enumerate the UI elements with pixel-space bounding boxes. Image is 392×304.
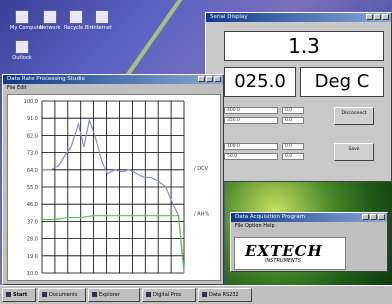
y-tick-label: 64.0 <box>27 168 38 174</box>
high-limit-field[interactable]: 400.0 <box>224 107 278 114</box>
taskbar: Start Documents Explorer Digital Proc Da… <box>0 285 392 304</box>
taskbar-item-label: Explorer <box>99 292 120 298</box>
start-button[interactable]: Start <box>2 288 36 302</box>
reading-text: 025.0 <box>234 71 286 92</box>
y-tick-label: 73.0 <box>27 151 38 157</box>
extech-window-title: Data Acquisition Program <box>235 214 305 220</box>
reading-window-title: Serial Display <box>210 14 248 20</box>
minimize-icon[interactable] <box>366 14 373 20</box>
graph-window-menubar[interactable]: File Edit <box>3 84 223 92</box>
save-button-label: Save <box>348 147 360 152</box>
desktop-icon-outlook[interactable]: Outlook <box>10 40 34 61</box>
reading-window-titlebar[interactable]: Serial Display <box>206 13 391 22</box>
series-label-dcv: / DCV <box>194 166 209 172</box>
series-line-dcv <box>42 117 185 274</box>
high-alarm-offset-field[interactable]: 0.0 <box>282 117 304 124</box>
series-line-rh <box>42 215 185 270</box>
extech-logo-subtitle: INSTRUMENTS <box>265 258 302 264</box>
low-alarm-offset-field[interactable]: 0.0 <box>282 153 304 160</box>
disconnect-button[interactable]: Disconnect <box>334 107 374 125</box>
y-tick-label: 19.0 <box>27 254 38 260</box>
maximize-icon[interactable] <box>206 76 213 82</box>
y-tick-label: 28.0 <box>27 237 38 243</box>
disconnect-button-label: Disconnect <box>341 111 367 116</box>
graph-area: 100.0 91.0 82.0 73.0 64.0 55.0 46.0 37.0 28.0 19.… <box>7 94 221 281</box>
taskbar-item-label: Documents <box>49 292 78 298</box>
value-text: 1.3 <box>288 34 320 58</box>
graph-window-title: Data Rate Processing Studio <box>7 76 85 82</box>
desktop-icon-recycle[interactable]: Recycle Bin <box>64 10 93 31</box>
reading-display: 025.0 <box>224 67 296 97</box>
y-tick-label: 100.0 <box>24 99 38 105</box>
minimize-icon[interactable] <box>198 76 205 82</box>
desktop-icon-my-computer[interactable]: My Computer <box>10 10 44 31</box>
y-tick-label: 82.0 <box>27 133 38 139</box>
computer-icon <box>15 10 29 24</box>
close-icon[interactable] <box>378 214 385 220</box>
extech-window-titlebar[interactable]: Data Acquisition Program <box>231 213 387 222</box>
taskbar-item-label: Digital Proc <box>153 292 182 298</box>
low-alarm-field[interactable]: 50.0 <box>224 153 278 160</box>
start-label: Start <box>13 292 28 298</box>
network-icon <box>43 10 57 24</box>
internet-icon <box>95 10 109 24</box>
y-tick-label: 91.0 <box>27 116 38 122</box>
recycle-bin-icon <box>69 10 83 24</box>
app-icon <box>146 292 151 297</box>
extech-window: Data Acquisition Program File Option Hel… <box>230 212 388 272</box>
graph-window: Data Rate Processing Studio File Edit 10… <box>2 74 224 285</box>
app-icon <box>202 292 207 297</box>
low-limit-field[interactable]: 100.0 <box>224 143 278 150</box>
folder-icon <box>42 292 47 297</box>
maximize-icon[interactable] <box>374 14 381 20</box>
close-icon[interactable] <box>214 76 221 82</box>
reading-window: Serial Display 1.3 025.0 Deg C 400.0 0.0… <box>205 12 392 182</box>
series-label-rh: / RH% <box>194 212 210 218</box>
close-icon[interactable] <box>382 14 389 20</box>
line-chart: 100.0 91.0 82.0 73.0 64.0 55.0 46.0 37.0 28.0 19.… <box>24 99 210 277</box>
y-tick-label: 10.0 <box>27 271 38 277</box>
taskbar-item-documents[interactable]: Documents <box>38 288 86 302</box>
y-tick-label: 55.0 <box>27 185 38 191</box>
maximize-icon[interactable] <box>370 214 377 220</box>
explorer-icon <box>92 292 97 297</box>
high-offset-field[interactable]: 0.0 <box>282 107 304 114</box>
taskbar-item-explorer[interactable]: Explorer <box>88 288 140 302</box>
unit-display: Deg C <box>300 67 384 97</box>
taskbar-item-label: Data RS232 <box>209 292 239 298</box>
y-tick-label: 37.0 <box>27 219 38 225</box>
desktop-icon-network[interactable]: Network <box>38 10 62 31</box>
unit-text: Deg C <box>314 71 370 92</box>
taskbar-item-data-rs232[interactable]: Data RS232 <box>198 288 252 302</box>
high-alarm-field[interactable]: 350.0 <box>224 117 278 124</box>
minimize-icon[interactable] <box>362 214 369 220</box>
desktop-icon-internet[interactable]: Internet <box>90 10 114 31</box>
mail-icon <box>15 40 29 54</box>
value-display: 1.3 <box>224 31 384 61</box>
graph-window-titlebar[interactable]: Data Rate Processing Studio <box>3 75 223 84</box>
y-tick-label: 46.0 <box>27 202 38 208</box>
taskbar-item-digital-proc[interactable]: Digital Proc <box>142 288 196 302</box>
extech-logo-panel: EXTECH INSTRUMENTS <box>234 237 346 270</box>
save-button[interactable]: Save <box>334 143 374 161</box>
low-offset-field[interactable]: 0.0 <box>282 143 304 150</box>
extech-window-menubar[interactable]: File Option Help <box>231 222 387 230</box>
windows-logo-icon <box>6 292 11 297</box>
